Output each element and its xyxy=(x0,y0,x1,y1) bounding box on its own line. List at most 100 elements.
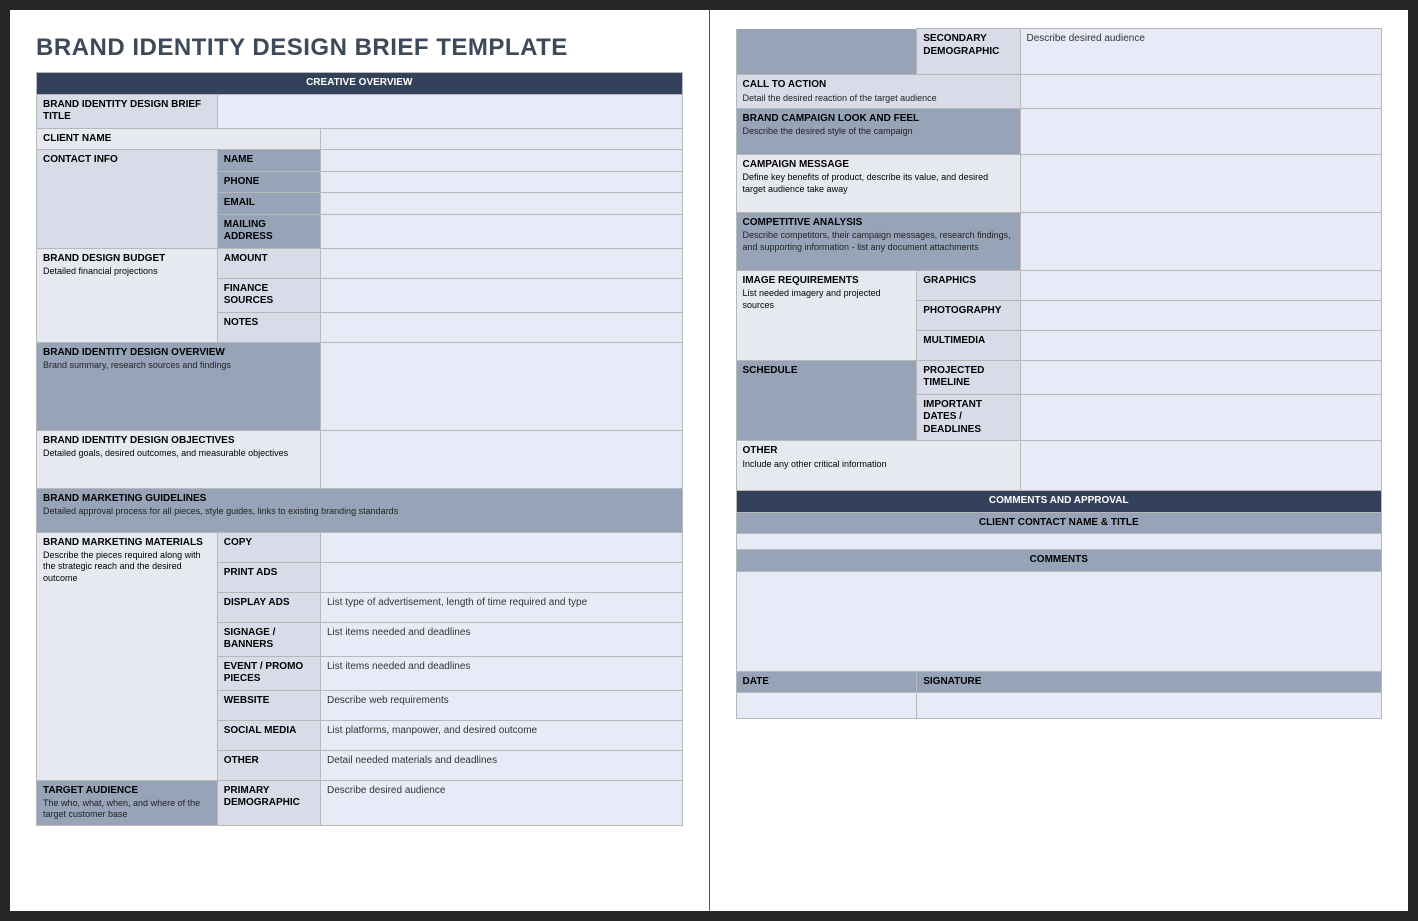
field-notes[interactable] xyxy=(321,312,683,342)
field-cta[interactable] xyxy=(1020,75,1382,109)
label-email: EMAIL xyxy=(217,193,320,215)
label-mailing-address: MAILING ADDRESS xyxy=(217,214,320,248)
field-date[interactable] xyxy=(736,693,917,719)
label-look-feel-sub: Describe the desired style of the campai… xyxy=(743,126,1014,137)
label-overview-text: BRAND IDENTITY DESIGN OVERVIEW xyxy=(43,347,225,358)
field-deadlines[interactable] xyxy=(1020,394,1382,441)
field-secondary-demo[interactable]: Describe desired audience xyxy=(1020,29,1382,75)
label-competitive-text: COMPETITIVE ANALYSIS xyxy=(743,217,863,228)
field-website[interactable]: Describe web requirements xyxy=(321,690,683,720)
label-guidelines-text: BRAND MARKETING GUIDELINES xyxy=(43,493,206,504)
field-comments[interactable] xyxy=(736,571,1382,671)
label-materials-sub: Describe the pieces required along with … xyxy=(43,550,211,584)
label-schedule: SCHEDULE xyxy=(736,360,917,441)
field-phone[interactable] xyxy=(321,171,683,193)
label-image-req: IMAGE REQUIREMENTS List needed imagery a… xyxy=(736,270,917,360)
label-website: WEBSITE xyxy=(217,690,320,720)
label-image-req-text: IMAGE REQUIREMENTS xyxy=(743,275,859,286)
label-campaign-msg-sub: Define key benefits of product, describe… xyxy=(743,172,1014,195)
label-cta-sub: Detail the desired reaction of the targe… xyxy=(743,93,1014,104)
label-photography: PHOTOGRAPHY xyxy=(917,300,1020,330)
field-campaign-msg[interactable] xyxy=(1020,154,1382,212)
label-notes: NOTES xyxy=(217,312,320,342)
label-materials-text: BRAND MARKETING MATERIALS xyxy=(43,537,203,548)
label-look-feel: BRAND CAMPAIGN LOOK AND FEEL Describe th… xyxy=(736,108,1020,154)
label-guidelines: BRAND MARKETING GUIDELINES Detailed appr… xyxy=(37,488,683,532)
label-display-ads: DISPLAY ADS xyxy=(217,592,320,622)
field-name[interactable] xyxy=(321,150,683,172)
field-objectives[interactable] xyxy=(321,430,683,488)
field-look-feel[interactable] xyxy=(1020,108,1382,154)
label-guidelines-sub: Detailed approval process for all pieces… xyxy=(43,506,676,517)
field-timeline[interactable] xyxy=(1020,360,1382,394)
label-target-sub: The who, what, when, and where of the ta… xyxy=(43,798,211,821)
label-budget-text: BRAND DESIGN BUDGET xyxy=(43,253,165,264)
label-competitive-sub: Describe competitors, their campaign mes… xyxy=(743,230,1014,253)
label-amount: AMOUNT xyxy=(217,248,320,278)
label-phone: PHONE xyxy=(217,171,320,193)
label-contact-info: CONTACT INFO xyxy=(37,150,218,249)
field-other[interactable] xyxy=(1020,441,1382,491)
label-materials: BRAND MARKETING MATERIALS Describe the p… xyxy=(37,532,218,780)
label-overview-sub: Brand summary, research sources and find… xyxy=(43,360,314,371)
field-mailing-address[interactable] xyxy=(321,214,683,248)
field-print-ads[interactable] xyxy=(321,562,683,592)
field-primary-demo[interactable]: Describe desired audience xyxy=(321,780,683,825)
label-other-mat: OTHER xyxy=(217,750,320,780)
label-other: OTHER Include any other critical informa… xyxy=(736,441,1020,491)
field-client-contact[interactable] xyxy=(736,534,1382,550)
label-graphics: GRAPHICS xyxy=(917,270,1020,300)
label-objectives: BRAND IDENTITY DESIGN OBJECTIVES Detaile… xyxy=(37,430,321,488)
label-social: SOCIAL MEDIA xyxy=(217,720,320,750)
label-budget: BRAND DESIGN BUDGET Detailed financial p… xyxy=(37,248,218,342)
label-signature: SIGNATURE xyxy=(917,671,1382,693)
label-finance-sources: FINANCE SOURCES xyxy=(217,278,320,312)
label-brief-title: BRAND IDENTITY DESIGN BRIEF TITLE xyxy=(37,94,218,128)
field-overview[interactable] xyxy=(321,342,683,430)
label-other-text: OTHER xyxy=(743,445,778,456)
field-other-mat[interactable]: Detail needed materials and deadlines xyxy=(321,750,683,780)
label-copy: COPY xyxy=(217,532,320,562)
field-event-promo[interactable]: List items needed and deadlines xyxy=(321,656,683,690)
label-target-text: TARGET AUDIENCE xyxy=(43,785,138,796)
label-secondary-demo: SECONDARY DEMOGRAPHIC xyxy=(917,29,1020,75)
label-print-ads: PRINT ADS xyxy=(217,562,320,592)
label-multimedia: MULTIMEDIA xyxy=(917,330,1020,360)
label-other-sub: Include any other critical information xyxy=(743,459,1014,470)
label-name: NAME xyxy=(217,150,320,172)
field-social[interactable]: List platforms, manpower, and desired ou… xyxy=(321,720,683,750)
label-campaign-msg-text: CAMPAIGN MESSAGE xyxy=(743,159,850,170)
label-target-cont xyxy=(736,29,917,75)
label-budget-sub: Detailed financial projections xyxy=(43,266,211,277)
page-title: BRAND IDENTITY DESIGN BRIEF TEMPLATE xyxy=(36,34,683,62)
document-frame: BRAND IDENTITY DESIGN BRIEF TEMPLATE CRE… xyxy=(0,0,1418,921)
field-email[interactable] xyxy=(321,193,683,215)
field-display-ads[interactable]: List type of advertisement, length of ti… xyxy=(321,592,683,622)
label-objectives-text: BRAND IDENTITY DESIGN OBJECTIVES xyxy=(43,435,235,446)
page-2: SECONDARY DEMOGRAPHIC Describe desired a… xyxy=(710,10,1409,911)
label-signage: SIGNAGE / BANNERS xyxy=(217,622,320,656)
label-cta-text: CALL TO ACTION xyxy=(743,79,827,90)
field-copy[interactable] xyxy=(321,532,683,562)
label-date: DATE xyxy=(736,671,917,693)
client-contact-header: CLIENT CONTACT NAME & TITLE xyxy=(736,512,1382,534)
field-competitive[interactable] xyxy=(1020,212,1382,270)
label-client-name: CLIENT NAME xyxy=(37,128,321,150)
label-look-feel-text: BRAND CAMPAIGN LOOK AND FEEL xyxy=(743,113,920,124)
label-target: TARGET AUDIENCE The who, what, when, and… xyxy=(37,780,218,825)
field-brief-title[interactable] xyxy=(217,94,682,128)
field-finance-sources[interactable] xyxy=(321,278,683,312)
field-graphics[interactable] xyxy=(1020,270,1382,300)
label-primary-demo: PRIMARY DEMOGRAPHIC xyxy=(217,780,320,825)
field-multimedia[interactable] xyxy=(1020,330,1382,360)
field-signage[interactable]: List items needed and deadlines xyxy=(321,622,683,656)
field-amount[interactable] xyxy=(321,248,683,278)
field-photography[interactable] xyxy=(1020,300,1382,330)
label-overview: BRAND IDENTITY DESIGN OVERVIEW Brand sum… xyxy=(37,342,321,430)
label-image-req-sub: List needed imagery and projected source… xyxy=(743,288,911,311)
field-signature[interactable] xyxy=(917,693,1382,719)
creative-overview-header: CREATIVE OVERVIEW xyxy=(37,73,683,95)
label-deadlines: IMPORTANT DATES / DEADLINES xyxy=(917,394,1020,441)
field-client-name[interactable] xyxy=(321,128,683,150)
label-event-promo: EVENT / PROMO PIECES xyxy=(217,656,320,690)
